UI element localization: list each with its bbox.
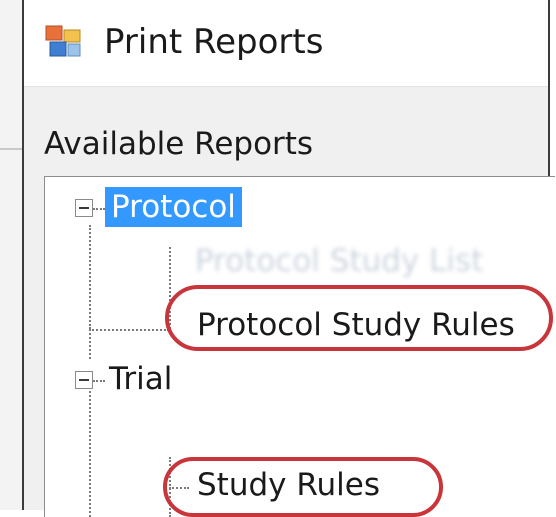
window-title: Print Reports [104,22,324,62]
tree-connector [89,333,91,359]
protocol-study-rules-highlight [165,285,553,351]
reports-tree[interactable]: Protocol Protocol Study List Protocol St… [44,176,555,517]
available-reports-label: Available Reports [44,126,314,162]
tree-connector [89,225,91,329]
collapse-protocol-toggle[interactable] [75,199,93,217]
tree-connector [93,208,105,210]
print-reports-app-icon [44,24,84,60]
collapse-trial-toggle[interactable] [75,371,93,389]
tree-node-trial[interactable]: Trial [109,359,172,399]
tree-connector [89,391,91,517]
study-rules-highlight [163,457,443,517]
background-window-edge [0,0,22,510]
tree-node-protocol[interactable]: Protocol [105,187,242,227]
tree-connector [89,329,169,331]
tree-node-protocol-study-list[interactable]: Protocol Study List [195,241,483,281]
title-bar: Print Reports [24,0,548,87]
print-reports-dialog: Print Reports Available Reports Protocol… [22,0,555,517]
tree-connector [93,380,105,382]
